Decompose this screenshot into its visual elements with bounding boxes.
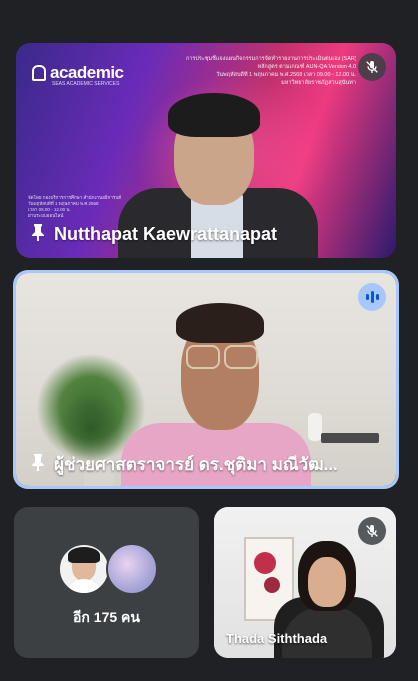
participant-tile-chutima[interactable]: ผู้ช่วยศาสตราจารย์ ดร.ชุติมา มณีวัฒ...: [16, 273, 396, 486]
info-line: ผ่านระบบออนไลน์: [28, 213, 64, 218]
participant-name: Nutthapat Kaewrattanapat: [54, 224, 278, 244]
pin-icon[interactable]: [30, 453, 46, 476]
banner-line: การประชุมชี้แจงแผนกิจกรรมการจัดทำรายงานก…: [186, 56, 356, 62]
pin-icon[interactable]: [30, 223, 46, 246]
participant-name: Thada Siththada: [226, 631, 328, 646]
banner-line: วันพฤหัสบดีที่ 1 พฤษภาคม พ.ศ.2568 เวลา 0…: [216, 72, 356, 78]
more-participants-label: อีก 175 คน: [73, 609, 140, 625]
background-info: จัดโดย กองบริการการศึกษา สำนักงานอธิการบ…: [28, 195, 121, 219]
participant-name: ผู้ช่วยศาสตราจารย์ ดร.ชุติมา มณีวัฒ...: [54, 455, 338, 474]
academic-logo: academic SEAS ACADEMIC SERVICES: [32, 63, 124, 87]
participant-avatar: [58, 543, 110, 595]
logo-text: academic: [50, 63, 124, 82]
participant-name-row: Nutthapat Kaewrattanapat: [30, 223, 277, 246]
mic-off-icon: [358, 53, 386, 81]
participant-avatar: [106, 543, 158, 595]
participant-tile-thada[interactable]: Thada Siththada: [214, 507, 396, 658]
more-participants-tile[interactable]: อีก 175 คน: [14, 507, 199, 658]
logo-subtitle: SEAS ACADEMIC SERVICES: [52, 81, 120, 87]
banner-line: หลักสูตร ตามเกณฑ์ AUN-QA Version 4.0: [257, 64, 356, 70]
speaking-indicator-icon: [358, 283, 386, 311]
background-banner: การประชุมชี้แจงแผนกิจกรรมการจัดทำรายงานก…: [186, 55, 356, 87]
banner-line: มหาวิทยาลัยราชภัฏสวนสุนันทา: [281, 80, 356, 86]
logo-icon: [32, 65, 46, 81]
participant-tile-nutthapat[interactable]: academic SEAS ACADEMIC SERVICES การประชุ…: [16, 43, 396, 258]
mic-off-icon: [358, 517, 386, 545]
participant-name-row: ผู้ช่วยศาสตราจารย์ ดร.ชุติมา มณีวัฒ...: [30, 451, 338, 478]
